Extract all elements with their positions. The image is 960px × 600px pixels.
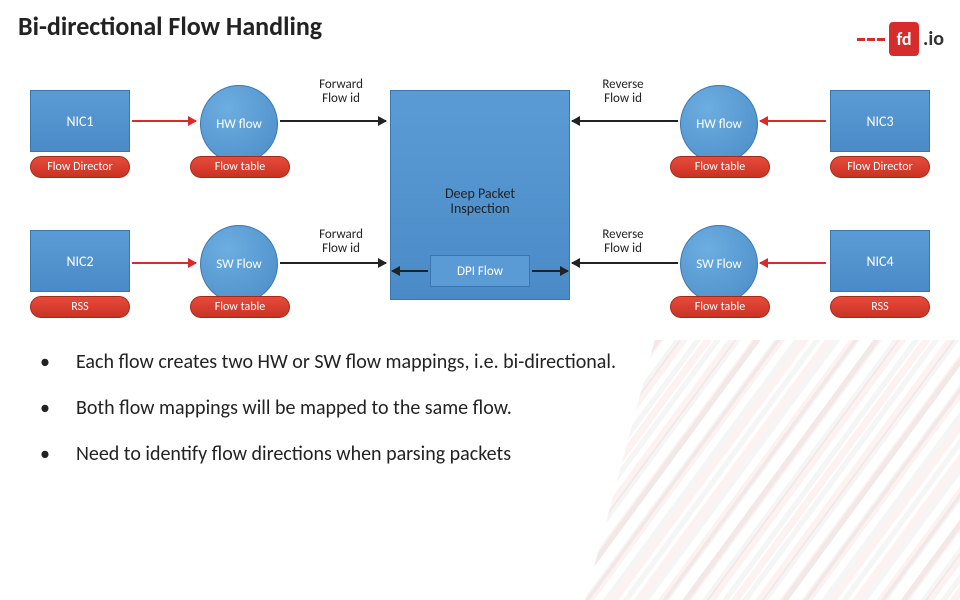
arrow-icon bbox=[572, 262, 678, 264]
forward-flow-id-bottom: Forward Flow id bbox=[306, 228, 376, 255]
bullet-text: Need to identify flow directions when pa… bbox=[76, 442, 511, 466]
arrow-icon bbox=[760, 262, 826, 264]
nic2-box: NIC2 bbox=[30, 230, 130, 292]
bullet-item: Need to identify flow directions when pa… bbox=[20, 442, 900, 466]
arrow-icon bbox=[760, 120, 826, 122]
bullet-item: Each flow creates two HW or SW flow mapp… bbox=[20, 350, 900, 374]
flow-director-3: Flow Director bbox=[830, 156, 930, 178]
reverse-flow-id-top: Reverse Flow id bbox=[588, 78, 658, 105]
rss-2: RSS bbox=[30, 296, 130, 318]
bullet-item: Both flow mappings will be mapped to the… bbox=[20, 396, 900, 420]
nic1-box: NIC1 bbox=[30, 90, 130, 152]
bullet-text: Each flow creates two HW or SW flow mapp… bbox=[76, 350, 616, 374]
logo-badge-icon: fd bbox=[889, 22, 919, 56]
sw-flow-left: SW Flow bbox=[200, 225, 278, 303]
flow-table-bottom-left: Flow table bbox=[190, 296, 290, 318]
flow-director-1: Flow Director bbox=[30, 156, 130, 178]
flow-diagram: Deep Packet Inspection DPI Flow NIC1 Flo… bbox=[10, 70, 950, 330]
dpi-label: Deep Packet Inspection bbox=[425, 186, 535, 217]
reverse-flow-id-bottom: Reverse Flow id bbox=[588, 228, 658, 255]
arrow-icon bbox=[132, 120, 196, 122]
arrow-icon bbox=[572, 120, 678, 122]
dpi-flow-inner: DPI Flow bbox=[430, 255, 530, 287]
bullet-text: Both flow mappings will be mapped to the… bbox=[76, 396, 512, 420]
flow-table-bottom-right: Flow table bbox=[670, 296, 770, 318]
speed-lines-icon bbox=[857, 38, 885, 41]
flow-table-top-right: Flow table bbox=[670, 156, 770, 178]
flow-table-top-left: Flow table bbox=[190, 156, 290, 178]
arrow-icon bbox=[532, 270, 568, 272]
nic4-box: NIC4 bbox=[830, 230, 930, 292]
hw-flow-right: HW flow bbox=[680, 85, 758, 163]
page-title: Bi-directional Flow Handling bbox=[18, 10, 322, 42]
arrow-icon bbox=[392, 270, 428, 272]
fdio-logo: fd .io bbox=[857, 22, 944, 56]
nic3-box: NIC3 bbox=[830, 90, 930, 152]
arrow-icon bbox=[280, 120, 386, 122]
sw-flow-right: SW Flow bbox=[680, 225, 758, 303]
hw-flow-left: HW flow bbox=[200, 85, 278, 163]
arrow-icon bbox=[280, 262, 386, 264]
arrow-icon bbox=[132, 262, 196, 264]
logo-suffix: .io bbox=[923, 27, 944, 51]
bullet-list: Each flow creates two HW or SW flow mapp… bbox=[20, 350, 900, 488]
forward-flow-id-top: Forward Flow id bbox=[306, 78, 376, 105]
rss-4: RSS bbox=[830, 296, 930, 318]
